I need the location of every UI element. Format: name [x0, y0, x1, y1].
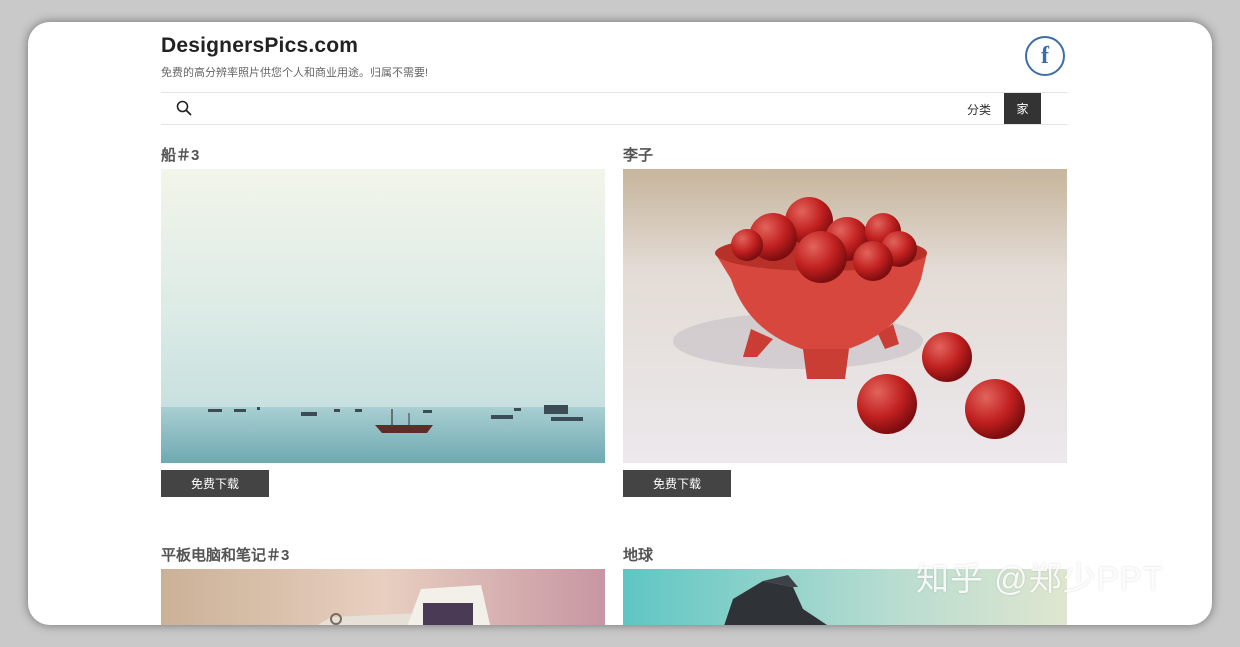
watermark-text: 知乎 @郑少PPT — [916, 560, 1164, 597]
download-button-plums[interactable]: 免费下载 — [623, 470, 731, 497]
navbar: 分类 家 — [161, 92, 1067, 125]
download-button-boats[interactable]: 免费下载 — [161, 470, 269, 497]
nav-home-link[interactable]: 家 — [1004, 93, 1041, 124]
plums-photo[interactable] — [623, 169, 1067, 463]
search-icon[interactable] — [175, 99, 193, 117]
nav-categories-link[interactable]: 分类 — [967, 101, 991, 118]
card-title-boats[interactable]: 船＃3 — [161, 144, 199, 165]
site-tagline: 免费的高分辨率照片供您个人和商业用途。归属不需要! — [161, 67, 429, 79]
boats-photo[interactable] — [161, 169, 605, 463]
site-title[interactable]: DesignersPics.com — [161, 34, 358, 58]
card-title-earth[interactable]: 地球 — [623, 544, 653, 565]
facebook-icon[interactable]: f — [1025, 36, 1065, 76]
browser-frame: DesignersPics.com 免费的高分辨率照片供您个人和商业用途。归属不… — [28, 22, 1212, 625]
card-title-tablet[interactable]: 平板电脑和笔记＃3 — [161, 544, 289, 565]
tablet-photo[interactable] — [161, 569, 605, 625]
card-title-plums[interactable]: 李子 — [623, 144, 653, 165]
